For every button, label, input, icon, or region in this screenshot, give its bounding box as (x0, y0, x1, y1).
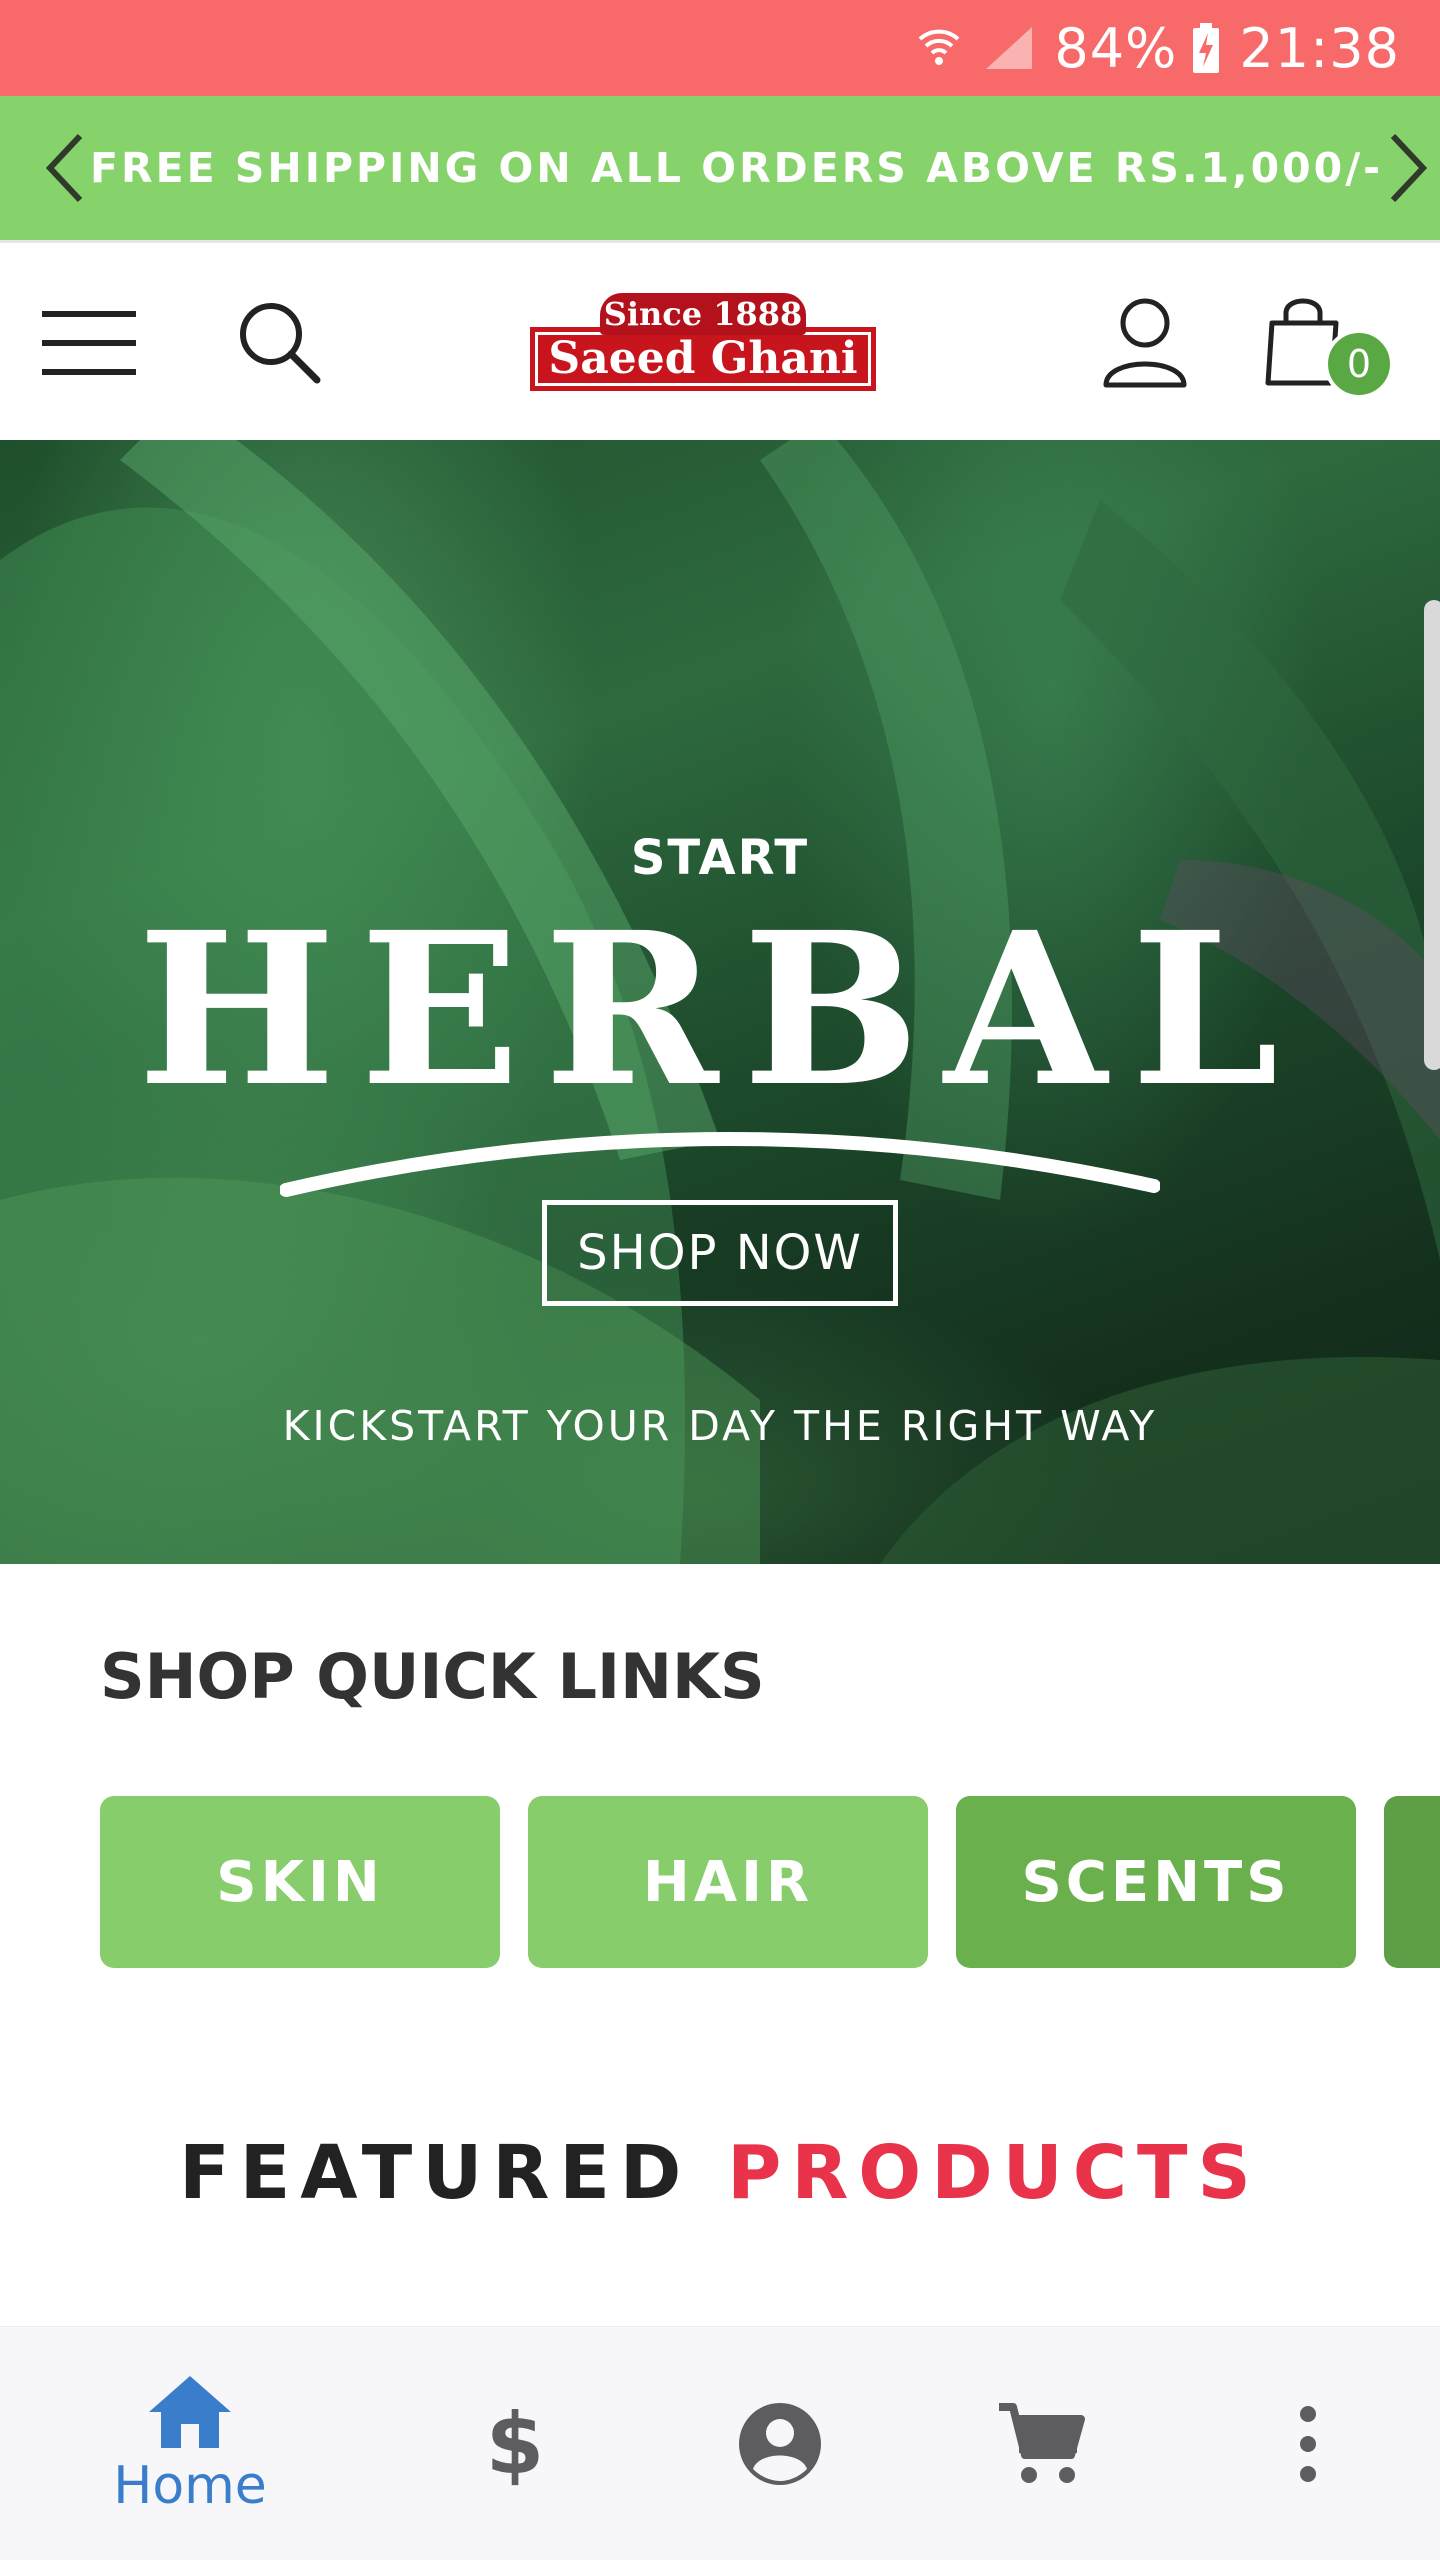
account-button[interactable] (1080, 283, 1210, 403)
hero-title: HERBAL (137, 886, 1303, 1133)
cart-icon (999, 2403, 1085, 2483)
shop-now-button[interactable]: SHOP NOW (542, 1200, 898, 1306)
quick-link-scents[interactable]: SCENTS (956, 1796, 1356, 1968)
clock-time: 21:38 (1239, 16, 1400, 80)
account-circle-icon (739, 2403, 821, 2485)
chevron-right-icon (1391, 133, 1428, 203)
nav-home[interactable]: Home (60, 2327, 320, 2561)
quick-link-next[interactable] (1384, 1796, 1440, 1968)
nav-cart[interactable] (940, 2327, 1140, 2561)
hero-start-text: START (630, 830, 810, 886)
featured-title-part1: FEATURED (179, 2130, 692, 2216)
battery-charging-icon (1191, 21, 1221, 75)
scroll-handle[interactable] (1424, 600, 1440, 1070)
chevron-left-icon (45, 133, 83, 203)
promo-text: FREE SHIPPING ON ALL ORDERS ABOVE RS.1,0… (90, 144, 1384, 192)
promo-next-button[interactable] (1383, 118, 1433, 218)
nav-home-label: Home (113, 2456, 267, 2516)
cart-button[interactable]: 0 (1250, 283, 1410, 413)
nav-more[interactable] (1208, 2327, 1408, 2561)
bottom-navigation: Home $ (0, 2326, 1440, 2560)
quick-link-skin[interactable]: SKIN (100, 1796, 500, 1968)
promo-banner: FREE SHIPPING ON ALL ORDERS ABOVE RS.1,0… (0, 96, 1440, 240)
signal-icon (982, 23, 1036, 73)
search-icon (240, 303, 321, 384)
home-icon (149, 2376, 231, 2448)
hero-banner[interactable]: START HERBAL SHOP NOW KICKSTART YOUR DAY… (0, 440, 1440, 1564)
featured-title-part2: PRODUCTS (727, 2130, 1261, 2216)
hero-content: START HERBAL SHOP NOW KICKSTART YOUR DAY… (0, 440, 1440, 1564)
promo-prev-button[interactable] (40, 118, 90, 218)
hero-underline-arc (280, 1132, 1160, 1197)
hamburger-menu-icon (42, 311, 136, 375)
logo-since: Since 1888 (600, 293, 806, 335)
battery-percent: 84% (1054, 16, 1178, 80)
nav-account[interactable] (680, 2327, 880, 2561)
nav-prices[interactable]: $ (415, 2327, 615, 2561)
quick-link-hair[interactable]: HAIR (528, 1796, 928, 1968)
logo-name: Saeed Ghani (530, 327, 876, 391)
dollar-icon: $ (486, 2399, 544, 2489)
search-button[interactable] (220, 288, 340, 398)
quick-links-title: SHOP QUICK LINKS (100, 1640, 765, 1713)
site-header: Saeed Ghani Since 1888 0 (0, 240, 1440, 440)
cart-count-badge: 0 (1324, 329, 1394, 399)
hero-tagline: KICKSTART YOUR DAY THE RIGHT WAY (282, 1402, 1158, 1450)
more-vert-icon (1300, 2406, 1316, 2482)
user-icon (1103, 298, 1187, 388)
wifi-icon (914, 23, 964, 73)
status-bar: 84% 21:38 (0, 0, 1440, 96)
svg-text:$: $ (486, 2399, 544, 2489)
brand-logo[interactable]: Saeed Ghani Since 1888 (530, 293, 876, 393)
quick-links-row[interactable]: SKIN HAIR SCENTS (100, 1796, 1440, 1968)
featured-products-heading: FEATURED PRODUCTS (0, 2130, 1440, 2216)
menu-button[interactable] (30, 288, 150, 398)
